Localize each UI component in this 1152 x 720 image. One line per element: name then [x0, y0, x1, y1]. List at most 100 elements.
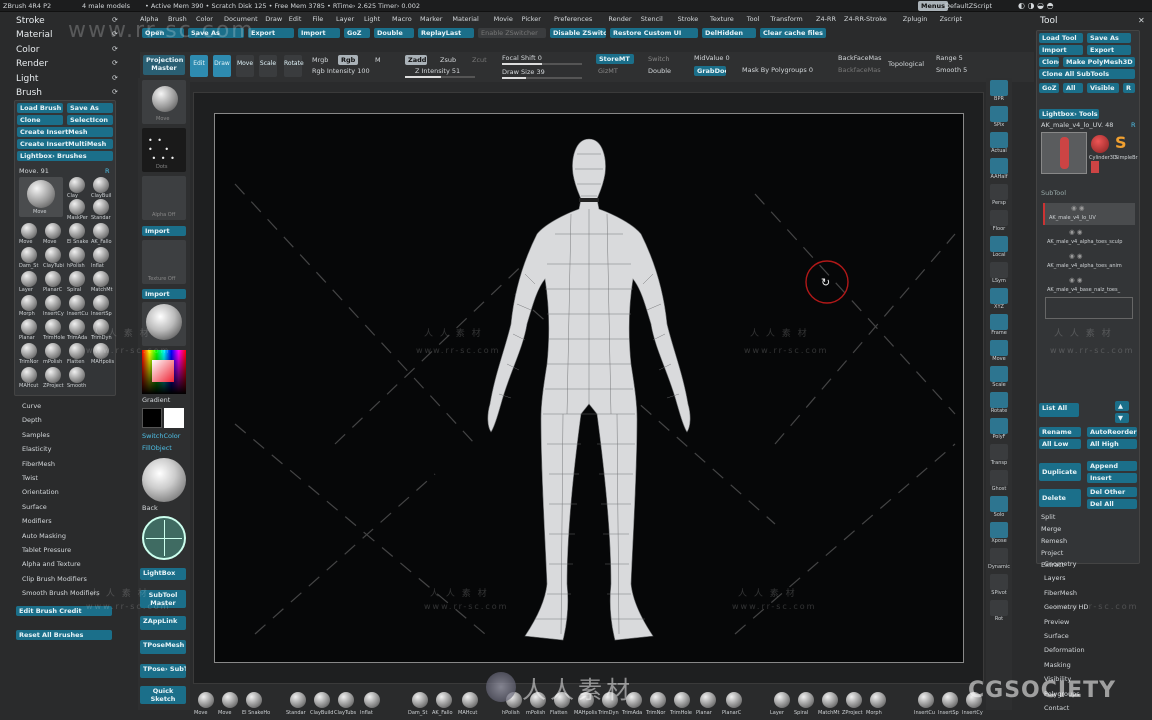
- menu-tool[interactable]: Tool: [747, 15, 760, 23]
- shelf-scale-button[interactable]: [990, 366, 1008, 382]
- subtool-del-other-button[interactable]: Del Other: [1087, 487, 1137, 497]
- brush-planarc-thumb[interactable]: [45, 271, 61, 287]
- gizmt-button[interactable]: GizMT: [598, 67, 618, 75]
- subtool-title[interactable]: SubTool: [1041, 189, 1066, 197]
- tposemesh-button[interactable]: TPoseMesh: [140, 640, 186, 654]
- subpalette-modifiers[interactable]: Modifiers: [22, 517, 52, 525]
- shelf-move-button[interactable]: [990, 340, 1008, 356]
- subpalette-tablet-pressure[interactable]: Tablet Pressure: [22, 546, 71, 554]
- shelf-solo-button[interactable]: [990, 496, 1008, 512]
- tool-export-button[interactable]: Export: [1087, 45, 1131, 55]
- subtool-autoreorder-button[interactable]: AutoReorder: [1087, 427, 1137, 437]
- window-controls[interactable]: ◐ ◑ ◒ ◓: [1018, 1, 1054, 10]
- brush-load-brush-button[interactable]: Load Brush: [17, 103, 63, 113]
- shelf-rot-button[interactable]: [990, 600, 1008, 616]
- subtool-visibility-icon[interactable]: ◉ ◉: [1071, 204, 1084, 212]
- subtool-project-section[interactable]: Project: [1041, 549, 1063, 557]
- subtool-insert-button[interactable]: Insert: [1087, 473, 1137, 483]
- topbar-delhidden-button[interactable]: DelHidden: [702, 28, 756, 38]
- brush-insertcy-thumb[interactable]: [45, 295, 61, 311]
- shelf-brush-standar-thumb[interactable]: [290, 692, 306, 708]
- menu-z4-rr[interactable]: Z4-RR: [816, 15, 836, 23]
- subpalette-fibermesh[interactable]: FiberMesh: [22, 460, 55, 468]
- subpalette-curve[interactable]: Curve: [22, 402, 41, 410]
- tool-r-button[interactable]: R: [1131, 121, 1136, 129]
- document-canvas[interactable]: ↻: [214, 113, 964, 663]
- shelf-local-button[interactable]: [990, 236, 1008, 252]
- brush-lightbox-brushes-button[interactable]: Lightbox› Brushes: [17, 151, 113, 161]
- tool-thumb-main[interactable]: [1041, 132, 1087, 174]
- tool-r-button[interactable]: R: [1123, 83, 1135, 93]
- tool-all-button[interactable]: All: [1063, 83, 1083, 93]
- backface-mask-toggle[interactable]: BackFaceMas: [838, 54, 881, 62]
- brush-insertsp-thumb[interactable]: [93, 295, 109, 311]
- menu-macro[interactable]: Macro: [392, 15, 412, 23]
- z-intensity-slider[interactable]: Z Intensity 51: [415, 67, 460, 75]
- subpalette-surface[interactable]: Surface: [22, 503, 47, 511]
- brush-layer-thumb[interactable]: [21, 271, 37, 287]
- midvalue-slider[interactable]: MidValue 0: [694, 54, 730, 62]
- menu-preferences[interactable]: Preferences: [554, 15, 592, 23]
- tool-name-slider[interactable]: AK_male_v4_lo_UV. 48: [1041, 121, 1113, 129]
- subtool-merge-section[interactable]: Merge: [1041, 525, 1061, 533]
- switch-color-button[interactable]: SwitchColor: [142, 432, 180, 440]
- shelf-brush-trimhole-thumb[interactable]: [674, 692, 690, 708]
- shelf-persp-button[interactable]: [990, 184, 1008, 200]
- canvas-viewport[interactable]: ↻: [193, 92, 984, 684]
- subtool-empty-slot[interactable]: [1045, 297, 1133, 319]
- subtool-split-section[interactable]: Split: [1041, 513, 1055, 521]
- brush-insertcu-thumb[interactable]: [69, 295, 85, 311]
- shelf-dynamic-button[interactable]: [990, 548, 1008, 564]
- brush-matchmt-thumb[interactable]: [93, 271, 109, 287]
- tray-stroke[interactable]: Stroke: [16, 16, 45, 26]
- subtool-del-all-button[interactable]: Del All: [1087, 499, 1137, 509]
- tool-section-preview[interactable]: Preview: [1044, 618, 1069, 626]
- color-picker[interactable]: [142, 350, 186, 394]
- menu-marker[interactable]: Marker: [420, 15, 442, 23]
- brush-el-snake-thumb[interactable]: [69, 223, 85, 239]
- menu-material[interactable]: Material: [452, 15, 478, 23]
- zadd-toggle[interactable]: Zadd: [405, 55, 427, 65]
- brush-create-insertmultimesh-button[interactable]: Create InsertMultiMesh: [17, 139, 113, 149]
- tool-section-fibermesh[interactable]: FiberMesh: [1044, 589, 1077, 597]
- brush-inflat-thumb[interactable]: [93, 247, 109, 263]
- tool-section-deformation[interactable]: Deformation: [1044, 646, 1085, 654]
- brush-mahcut-thumb[interactable]: [21, 367, 37, 383]
- menu-stroke[interactable]: Stroke: [678, 15, 699, 23]
- shelf-brush-zproject-thumb[interactable]: [846, 692, 862, 708]
- double-button[interactable]: Double: [648, 67, 671, 75]
- subtool-visibility-icon[interactable]: ◉ ◉: [1069, 276, 1082, 284]
- brush-move-thumb[interactable]: [21, 223, 37, 239]
- topological-toggle[interactable]: Topological: [888, 60, 924, 68]
- shelf-floor-button[interactable]: [990, 210, 1008, 226]
- draw-button[interactable]: Draw: [213, 55, 231, 77]
- menu-edit[interactable]: Edit: [289, 15, 302, 23]
- back-material-sphere[interactable]: [142, 458, 186, 502]
- subpalette-auto-masking[interactable]: Auto Masking: [22, 532, 66, 540]
- subtool-visibility-icon[interactable]: ◉ ◉: [1069, 228, 1082, 236]
- menu-zscript[interactable]: Zscript: [940, 15, 963, 23]
- current-brush-thumb[interactable]: Move: [19, 177, 63, 217]
- menus-button[interactable]: Menus: [918, 1, 949, 11]
- subtool-item[interactable]: ◉ ◉ AK_male_v4_alpha_toes_anim: [1043, 251, 1135, 273]
- menu-stencil[interactable]: Stencil: [641, 15, 663, 23]
- topbar-clear-cache-files-button[interactable]: Clear cache files: [760, 28, 826, 38]
- shelf-brush-mahcut-thumb[interactable]: [462, 692, 478, 708]
- alpha-off-thumb[interactable]: Alpha Off: [142, 176, 186, 220]
- subpalette-alpha-and-texture[interactable]: Alpha and Texture: [22, 560, 81, 568]
- tool-clone-all-subtools-button[interactable]: Clone All SubTools: [1039, 69, 1135, 79]
- brush-trimnor-thumb[interactable]: [21, 343, 37, 359]
- brush-maskper-thumb[interactable]: [69, 199, 85, 215]
- lightbox-tools-button[interactable]: Lightbox› Tools: [1039, 109, 1099, 119]
- shelf-actual-button[interactable]: [990, 132, 1008, 148]
- topbar-import-button[interactable]: Import: [298, 28, 340, 38]
- topbar-goz-button[interactable]: GoZ: [344, 28, 370, 38]
- brush-smooth-thumb[interactable]: [69, 367, 85, 383]
- projection-master-button[interactable]: Projection Master: [143, 55, 185, 75]
- tray-render[interactable]: Render: [16, 59, 48, 69]
- tool-section-geometry[interactable]: Geometry: [1044, 560, 1076, 568]
- brush-r-button[interactable]: R: [105, 167, 110, 175]
- brush-claybuil-thumb[interactable]: [93, 177, 109, 193]
- shelf-brush-insertcu-thumb[interactable]: [918, 692, 934, 708]
- subtool-remesh-section[interactable]: Remesh: [1041, 537, 1067, 545]
